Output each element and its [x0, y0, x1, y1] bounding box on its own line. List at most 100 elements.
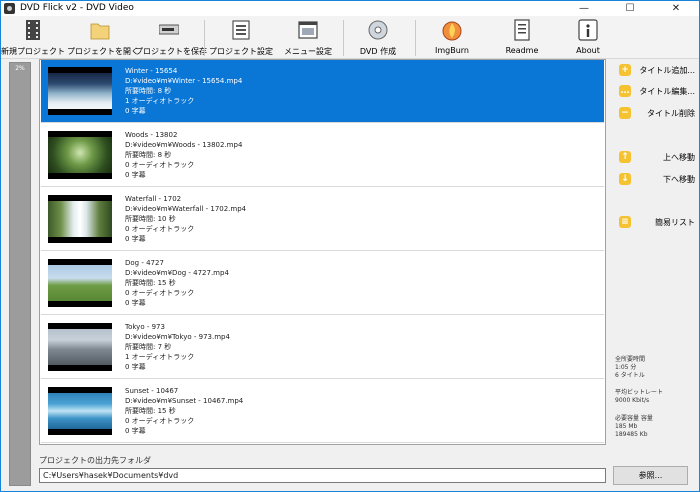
imgburn-button[interactable]: ImgBurn — [421, 19, 483, 59]
title-duration: 所要時間: 15 秒 — [125, 279, 176, 287]
app-window: DVD Flick v2 - DVD Video — ☐ ✕ 新規プロジェクト … — [0, 0, 700, 492]
new-project-button[interactable]: 新規プロジェクト — [1, 19, 65, 59]
maximize-button[interactable]: ☐ — [607, 1, 653, 16]
title-duration: 所要時間: 8 秒 — [125, 87, 172, 95]
dvd-flick-app-icon — [4, 3, 15, 14]
title-info: Tokyo - 973 D:¥video¥m¥Tokyo - 973.mp4 所… — [125, 322, 230, 372]
title-subtitles: 0 字幕 — [125, 363, 146, 371]
title-count: 6 タイトル — [615, 372, 645, 379]
save-project-label: プロジェクトを保存 — [135, 47, 207, 56]
progress-text: 2% — [15, 65, 25, 72]
arrow-up-icon: ↑ — [619, 151, 631, 163]
bitrate-value: 9000 Kbit/s — [615, 397, 650, 404]
total-time-label: 全所要時間 — [615, 356, 646, 363]
delete-title-button[interactable]: − タイトル削除 — [619, 107, 697, 120]
delete-title-label: タイトル削除 — [647, 109, 695, 118]
title-path: D:¥video¥m¥Waterfall - 1702.mp4 — [125, 205, 247, 213]
title-info: Waterfall - 1702 D:¥video¥m¥Waterfall - … — [125, 194, 246, 244]
move-down-label: 下へ移動 — [663, 175, 695, 184]
browse-button[interactable]: 参照... — [613, 466, 688, 485]
woods-thumbnail — [48, 131, 112, 179]
title-bar[interactable]: DVD Flick v2 - DVD Video — ☐ ✕ — [1, 1, 699, 16]
toolbar-separator — [415, 20, 416, 56]
title-path: D:¥video¥m¥Sunset - 10467.mp4 — [125, 397, 244, 405]
move-down-button[interactable]: ↓ 下へ移動 — [619, 173, 697, 186]
create-dvd-label: DVD 作成 — [359, 47, 397, 56]
title-row[interactable]: Sunset - 10467 D:¥video¥m¥Sunset - 10467… — [41, 380, 604, 443]
plus-icon: + — [619, 64, 631, 76]
move-up-button[interactable]: ↑ 上へ移動 — [619, 151, 697, 164]
capacity-label: 必要容量 容量 — [615, 415, 653, 422]
title-subtitles: 0 字幕 — [125, 107, 146, 115]
window-title: DVD Flick v2 - DVD Video — [20, 3, 134, 13]
menu-settings-button[interactable]: メニュー設定 — [277, 19, 339, 59]
title-subtitles: 0 字幕 — [125, 235, 146, 243]
title-row[interactable]: Tokyo - 973 D:¥video¥m¥Tokyo - 973.mp4 所… — [41, 316, 604, 379]
open-project-button[interactable]: プロジェクトを開く — [67, 19, 139, 59]
disc-icon — [368, 20, 388, 40]
title-name: Winter - 15654 — [125, 67, 178, 75]
title-duration: 所要時間: 10 秒 — [125, 215, 176, 223]
title-row[interactable]: Dog - 4727 D:¥video¥m¥Dog - 4727.mp4 所要時… — [41, 252, 604, 315]
total-time-stats: 全所要時間 1:05 分 6 タイトル — [615, 356, 645, 380]
minus-icon: − — [619, 107, 631, 119]
title-audio: 0 オーディオトラック — [125, 289, 195, 297]
folder-icon — [90, 23, 110, 40]
title-audio: 0 オーディオトラック — [125, 417, 195, 425]
ellipsis-icon: … — [619, 85, 631, 97]
settings-dialog-icon — [232, 20, 250, 40]
title-name: Woods - 13802 — [125, 131, 178, 139]
title-name: Sunset - 10467 — [125, 387, 179, 395]
project-settings-button[interactable]: プロジェクト設定 — [207, 19, 275, 59]
capacity-stats: 必要容量 容量 185 Mb 189485 Kb — [615, 415, 653, 439]
save-project-button[interactable]: プロジェクトを保存 — [135, 19, 207, 59]
edit-title-button[interactable]: … タイトル編集... — [619, 85, 697, 98]
title-duration: 所要時間: 7 秒 — [125, 343, 172, 351]
flame-icon — [442, 21, 462, 41]
title-info: Winter - 15654 D:¥video¥m¥Winter - 15654… — [125, 66, 242, 116]
title-name: Dog - 4727 — [125, 259, 164, 267]
open-project-label: プロジェクトを開く — [67, 47, 139, 56]
create-dvd-button[interactable]: DVD 作成 — [347, 19, 409, 59]
title-row[interactable]: Winter - 15654 D:¥video¥m¥Winter - 15654… — [41, 60, 604, 123]
title-audio: 0 オーディオトラック — [125, 161, 195, 169]
capacity-kb: 189485 Kb — [615, 431, 648, 438]
toolbar: 新規プロジェクト プロジェクトを開く プロジェクトを保存 プロジェクト設定 メニ… — [1, 16, 699, 59]
title-audio: 1 オーディオトラック — [125, 97, 195, 105]
toolbar-separator — [343, 20, 344, 56]
easy-list-label: 簡易リスト — [655, 218, 695, 227]
output-folder-label: プロジェクトの出力先フォルダ — [39, 456, 151, 465]
title-path: D:¥video¥m¥Woods - 13802.mp4 — [125, 141, 243, 149]
title-name: Tokyo - 973 — [125, 323, 165, 331]
bitrate-stats: 平均ビットレート 9000 Kbit/s — [615, 389, 663, 405]
title-name: Waterfall - 1702 — [125, 195, 182, 203]
title-row[interactable]: Woods - 13802 D:¥video¥m¥Woods - 13802.m… — [41, 124, 604, 187]
film-strip-icon — [26, 20, 40, 40]
project-settings-label: プロジェクト設定 — [209, 47, 273, 56]
output-folder-input[interactable] — [39, 468, 606, 483]
document-icon — [514, 19, 530, 41]
menu-window-icon — [298, 21, 318, 39]
readme-button[interactable]: Readme — [491, 19, 553, 59]
minimize-button[interactable]: — — [561, 1, 607, 16]
about-button[interactable]: About — [557, 19, 619, 59]
title-path: D:¥video¥m¥Winter - 15654.mp4 — [125, 77, 243, 85]
edit-title-label: タイトル編集... — [639, 87, 695, 96]
add-title-button[interactable]: + タイトル追加... — [619, 64, 697, 77]
easy-list-button[interactable]: ≡ 簡易リスト — [619, 216, 697, 229]
dog-thumbnail — [48, 259, 112, 307]
title-info: Dog - 4727 D:¥video¥m¥Dog - 4727.mp4 所要時… — [125, 258, 229, 308]
tokyo-thumbnail — [48, 323, 112, 371]
drive-icon — [159, 24, 179, 35]
close-button[interactable]: ✕ — [653, 1, 699, 16]
sunset-thumbnail — [48, 387, 112, 435]
add-title-label: タイトル追加... — [639, 66, 695, 75]
title-row[interactable]: Waterfall - 1702 D:¥video¥m¥Waterfall - … — [41, 188, 604, 251]
readme-label: Readme — [505, 46, 539, 55]
title-path: D:¥video¥m¥Dog - 4727.mp4 — [125, 269, 229, 277]
waterfall-thumbnail — [48, 195, 112, 243]
title-info: Woods - 13802 D:¥video¥m¥Woods - 13802.m… — [125, 130, 242, 180]
title-list[interactable]: Winter - 15654 D:¥video¥m¥Winter - 15654… — [39, 59, 606, 445]
total-time-value: 1:05 分 — [615, 364, 637, 371]
toolbar-separator — [204, 20, 205, 56]
